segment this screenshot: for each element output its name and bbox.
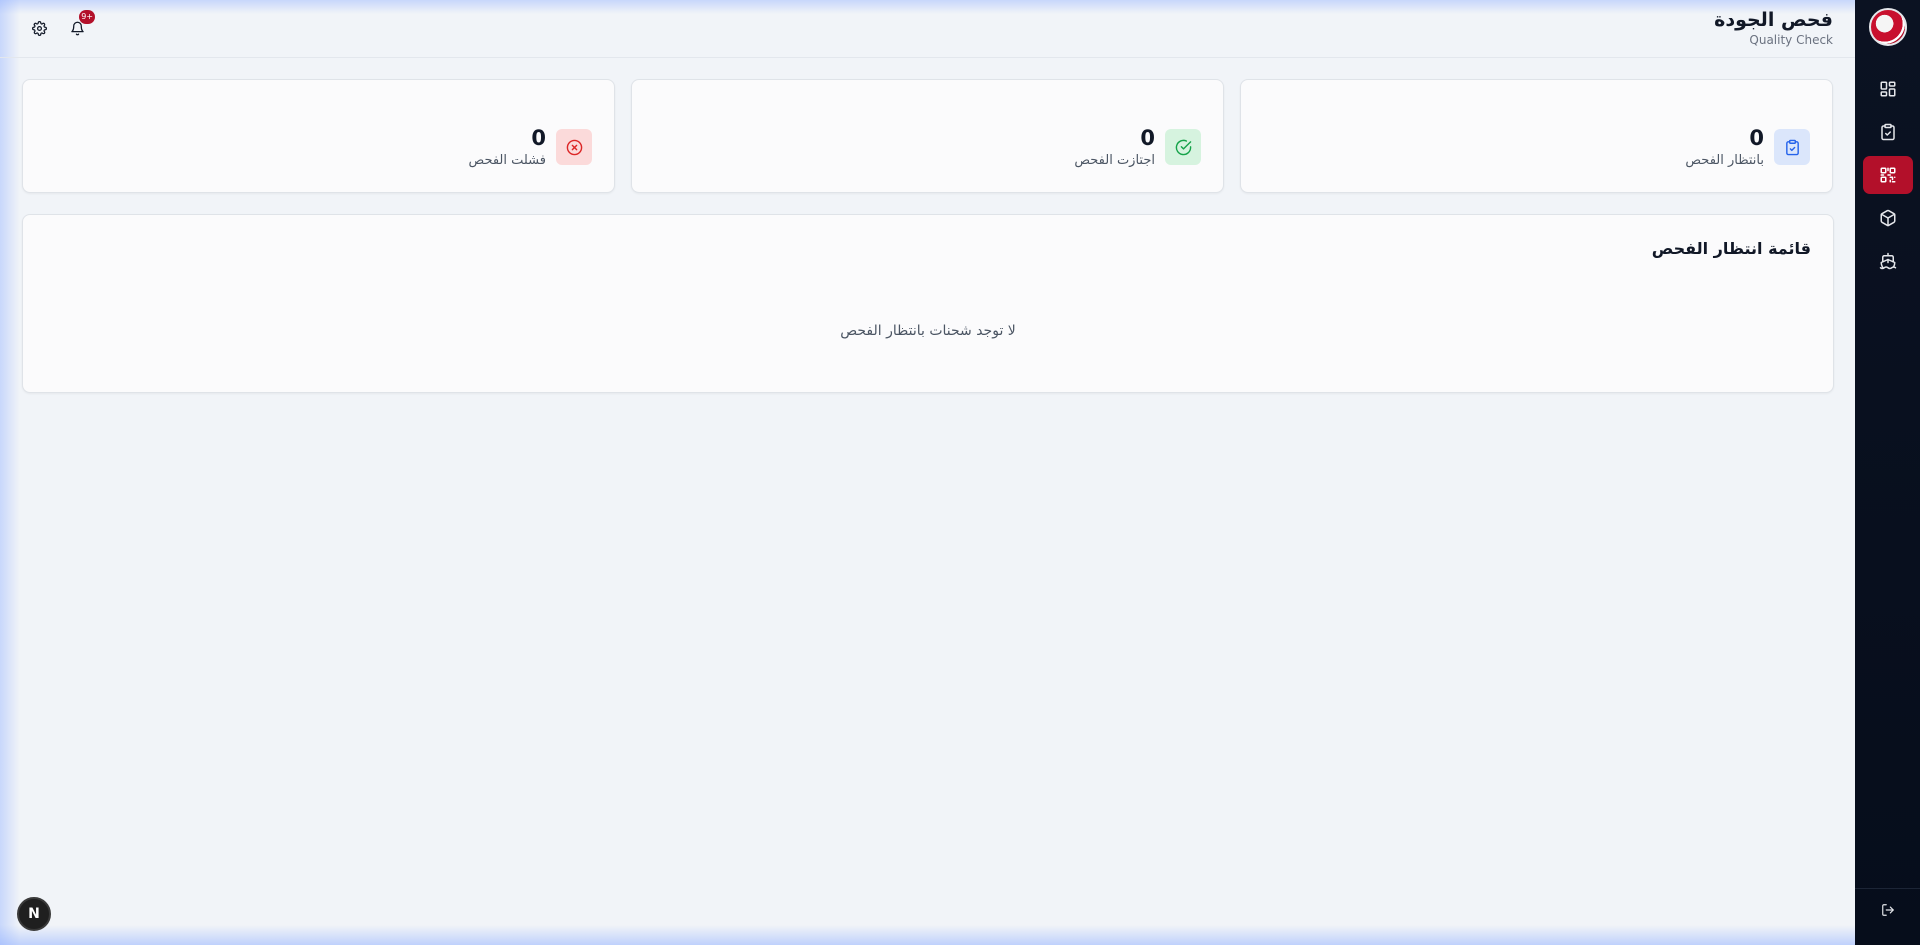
ship-icon <box>1879 252 1896 270</box>
check-circle-icon <box>1165 129 1201 165</box>
queue-title: قائمة انتظار الفحص <box>1651 239 1811 258</box>
clipboard-check-icon <box>1774 129 1810 165</box>
x-circle-icon <box>556 129 592 165</box>
notification-badge: 9+ <box>79 10 95 24</box>
sidebar-item-dashboard[interactable] <box>1863 70 1913 108</box>
settings-button[interactable] <box>26 15 52 41</box>
stat-label: بانتظار الفحص <box>1685 153 1764 168</box>
page-subtitle: Quality Check <box>1749 33 1833 47</box>
stat-value: 0 <box>1749 126 1764 150</box>
sidebar <box>1855 0 1920 945</box>
sidebar-nav <box>1862 70 1913 280</box>
notifications-button[interactable]: 9+ <box>64 10 95 41</box>
dashboard-icon <box>1880 81 1895 97</box>
dev-tools-button[interactable]: N <box>17 897 51 931</box>
stat-label: اجتازت الفحص <box>1074 153 1155 168</box>
logo[interactable] <box>1868 8 1907 46</box>
gear-icon <box>31 20 47 36</box>
stat-value: 0 <box>531 126 546 150</box>
top-header: 9+ فحص الجودة Quality Check <box>0 0 1855 58</box>
stat-label: فشلت الفحص <box>468 153 546 168</box>
sidebar-item-tasks[interactable] <box>1863 113 1913 151</box>
sidebar-item-packages[interactable] <box>1863 199 1913 237</box>
qr-code-icon <box>1880 167 1895 183</box>
stat-card-failed: 0 فشلت الفحص <box>22 79 615 193</box>
logout-button[interactable] <box>1873 895 1903 925</box>
sidebar-item-quality-check[interactable] <box>1862 156 1913 194</box>
page-title: فحص الجودة <box>1714 9 1833 31</box>
stat-card-pending: 0 بانتظار الفحص <box>1240 79 1833 193</box>
clipboard-check-icon <box>1880 123 1895 141</box>
queue-empty-message: لا توجد شحنات بانتظار الفحص <box>840 323 1016 339</box>
logout-icon <box>1881 904 1894 916</box>
stat-card-passed: 0 اجتازت الفحص <box>631 79 1224 193</box>
package-icon <box>1880 209 1895 227</box>
page-title-block: فحص الجودة Quality Check <box>1714 9 1833 47</box>
stat-value: 0 <box>1140 126 1155 150</box>
sidebar-divider <box>1855 888 1920 889</box>
inspection-queue-card: قائمة انتظار الفحص لا توجد شحنات بانتظار… <box>22 214 1834 393</box>
sidebar-item-shipping[interactable] <box>1863 242 1913 280</box>
